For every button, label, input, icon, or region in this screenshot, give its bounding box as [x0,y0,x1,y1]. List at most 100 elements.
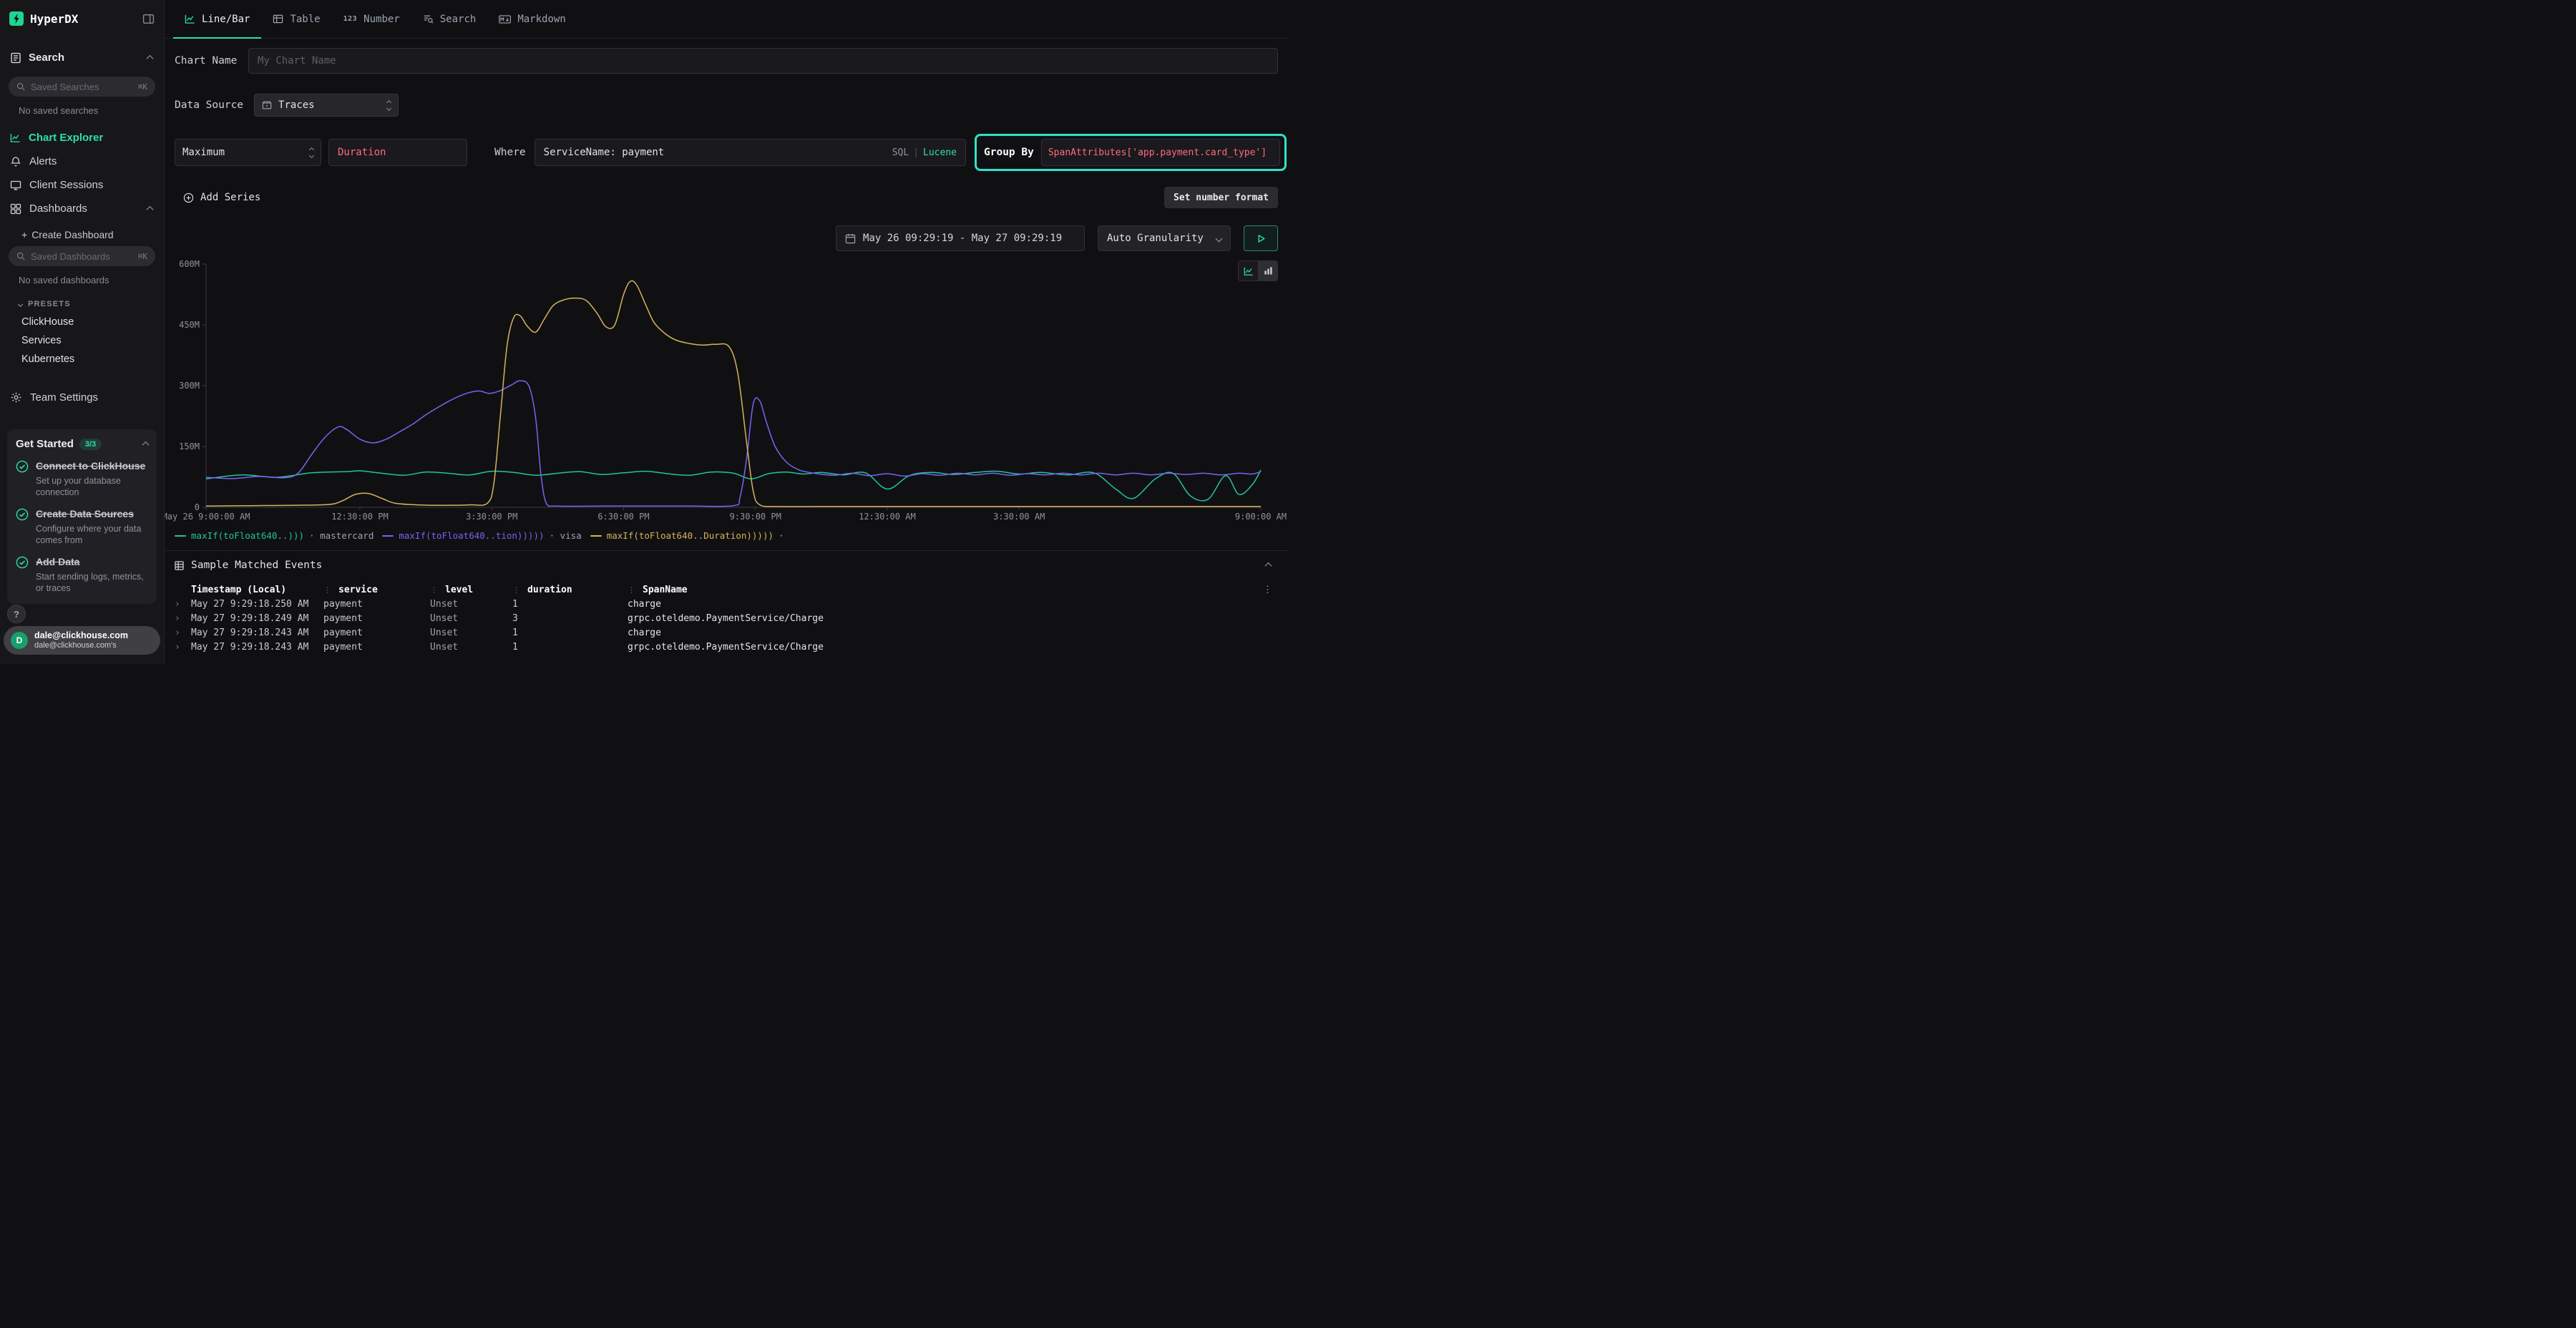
legend-series-name: maxIf(toFloat640..tion))))) [399,530,544,541]
run-query-button[interactable] [1244,225,1278,251]
chevron-up-icon [147,206,154,213]
get-started-item-title: Create Data Sources [36,508,148,521]
number-123-icon: 123 [343,15,358,23]
chevron-down-icon [18,301,23,306]
preset-clickhouse[interactable]: ClickHouse [0,313,164,331]
sample-matched-events-panel: Sample Matched Events Timestamp (Local)⋮… [165,550,1288,664]
column-handle-icon[interactable]: ⋮ [512,585,520,595]
expand-row-icon[interactable]: › [175,613,185,624]
column-handle-icon[interactable]: ⋮ [628,585,635,595]
events-column-header[interactable]: Timestamp (Local) [175,585,323,595]
avatar: D [11,632,28,649]
help-button[interactable]: ? [7,605,26,623]
saved-searches-input[interactable]: Saved Searches ⌘K [9,77,155,97]
toggle-divider: | [913,147,919,158]
select-arrows-icon [387,101,391,110]
column-handle-icon[interactable]: ⋮ [430,585,438,595]
chart-legend: maxIf(toFloat640..))) · mastercard maxIf… [175,530,1288,541]
tab-number[interactable]: 123Number [332,0,411,38]
legend-series-name: maxIf(toFloat640..))) [191,530,304,541]
set-number-format-button[interactable]: Set number format [1164,187,1278,208]
saved-dashboards-placeholder: Saved Dashboards [31,251,110,262]
events-table: Timestamp (Local)⋮service⋮level⋮duration… [165,582,1288,654]
legend-item[interactable]: maxIf(toFloat640..))) · mastercard [175,530,374,541]
legend-swatch [382,535,394,537]
shortcut-badge: ⌘K [138,252,147,261]
get-started-item-desc: Set up your database connection [36,475,148,499]
chart-name-input[interactable] [248,48,1278,74]
sql-toggle-option[interactable]: SQL [892,147,909,158]
expand-row-icon[interactable]: › [175,628,185,638]
table-menu-icon[interactable]: ⋮ [1263,585,1272,595]
presets-header[interactable]: PRESETS [19,300,154,308]
play-icon [1257,234,1266,243]
get-started-title: Get Started [16,438,74,450]
shortcut-badge: ⌘K [138,82,147,92]
event-row[interactable]: ›May 27 9:29:18.243 AMpaymentUnset1grpc.… [165,640,1288,654]
gear-icon [10,391,22,404]
sidebar-item-team-settings[interactable]: Team Settings [0,386,164,409]
legend-item[interactable]: maxIf(toFloat640..tion))))) · visa [382,530,581,541]
no-saved-searches-text: No saved searches [19,105,154,116]
get-started-header[interactable]: Get Started 3/3 [16,438,148,450]
saved-dashboards-input[interactable]: Saved Dashboards ⌘K [9,246,155,266]
svg-text:300M: 300M [179,381,200,391]
column-handle-icon[interactable]: ⋮ [323,585,331,595]
line-chart-toggle-icon[interactable] [1239,261,1258,280]
user-menu[interactable]: D dale@clickhouse.com dale@clickhouse.co… [4,626,160,655]
sidebar: HyperDX Search Saved Searches ⌘K No save… [0,0,165,664]
plus-circle-icon [183,192,194,203]
aggregation-select[interactable]: Maximum [175,139,321,166]
check-circle-icon [16,556,29,569]
where-value: ServiceName: payment [544,147,665,158]
events-column-header[interactable]: ⋮level [430,585,512,595]
tab-line-bar[interactable]: Line/Bar [173,0,261,38]
sidebar-item-chart-explorer[interactable]: Chart Explorer [0,126,164,150]
granularity-select[interactable]: Auto Granularity [1098,225,1231,251]
legend-swatch [590,535,602,537]
chevron-up-icon [147,55,154,62]
field-select[interactable]: Duration [328,139,467,166]
svg-text:9:30:00 PM: 9:30:00 PM [730,512,781,522]
get-started-progress-badge: 3/3 [79,439,102,450]
event-row[interactable]: ›May 27 9:29:18.249 AMpaymentUnset3grpc.… [165,611,1288,625]
list-search-icon [423,14,434,24]
monitor-icon [10,180,21,191]
event-row[interactable]: ›May 27 9:29:18.250 AMpaymentUnset1charg… [165,597,1288,611]
sidebar-section-search[interactable]: Search [0,37,164,71]
expand-row-icon[interactable]: › [175,599,185,610]
legend-item[interactable]: maxIf(toFloat640..Duration))))) · [590,530,784,541]
tab-markdown[interactable]: Markdown [487,0,577,38]
sidebar-item-dashboards[interactable]: Dashboards [0,197,164,220]
events-column-header[interactable]: ⋮duration [512,585,628,595]
where-input[interactable]: ServiceName: payment SQL | Lucene [535,139,966,166]
legend-group-value: · mastercard [309,530,374,541]
date-range-picker[interactable]: May 26 09:29:19 - May 27 09:29:19 [836,225,1085,251]
tab-table[interactable]: Table [261,0,331,38]
event-row[interactable]: ›May 27 9:29:18.243 AMpaymentUnset1charg… [165,625,1288,640]
expand-row-icon[interactable]: › [175,642,185,653]
sidebar-collapse-icon[interactable] [142,13,155,25]
create-dashboard-button[interactable]: +Create Dashboard [0,220,164,240]
group-by-input[interactable]: SpanAttributes['app.payment.card_type'] [1041,139,1280,166]
svg-text:3:30:00 PM: 3:30:00 PM [466,512,517,522]
field-value: Duration [338,147,386,158]
get-started-item[interactable]: Connect to ClickHouse Set up your databa… [16,460,148,498]
add-series-button[interactable]: Add Series [175,192,260,203]
get-started-item[interactable]: Create Data Sources Configure where your… [16,508,148,546]
get-started-item[interactable]: Add Data Start sending logs, metrics, or… [16,556,148,594]
preset-services[interactable]: Services [0,331,164,350]
sidebar-item-client-sessions[interactable]: Client Sessions [0,173,164,197]
svg-text:600M: 600M [179,259,200,269]
view-tabs: Line/BarTable123NumberSearchMarkdown [165,0,1288,39]
tab-search[interactable]: Search [411,0,488,38]
sidebar-item-alerts[interactable]: Alerts [0,150,164,173]
events-column-header[interactable]: ⋮SpanName [628,585,1278,595]
lucene-toggle-option[interactable]: Lucene [923,147,957,158]
events-column-header[interactable]: ⋮service [323,585,430,595]
preset-kubernetes[interactable]: Kubernetes [0,350,164,368]
table-icon [273,14,283,24]
chart-name-label: Chart Name [175,55,248,67]
data-source-select[interactable]: Traces [254,94,399,117]
bar-chart-toggle-icon[interactable] [1258,261,1277,280]
